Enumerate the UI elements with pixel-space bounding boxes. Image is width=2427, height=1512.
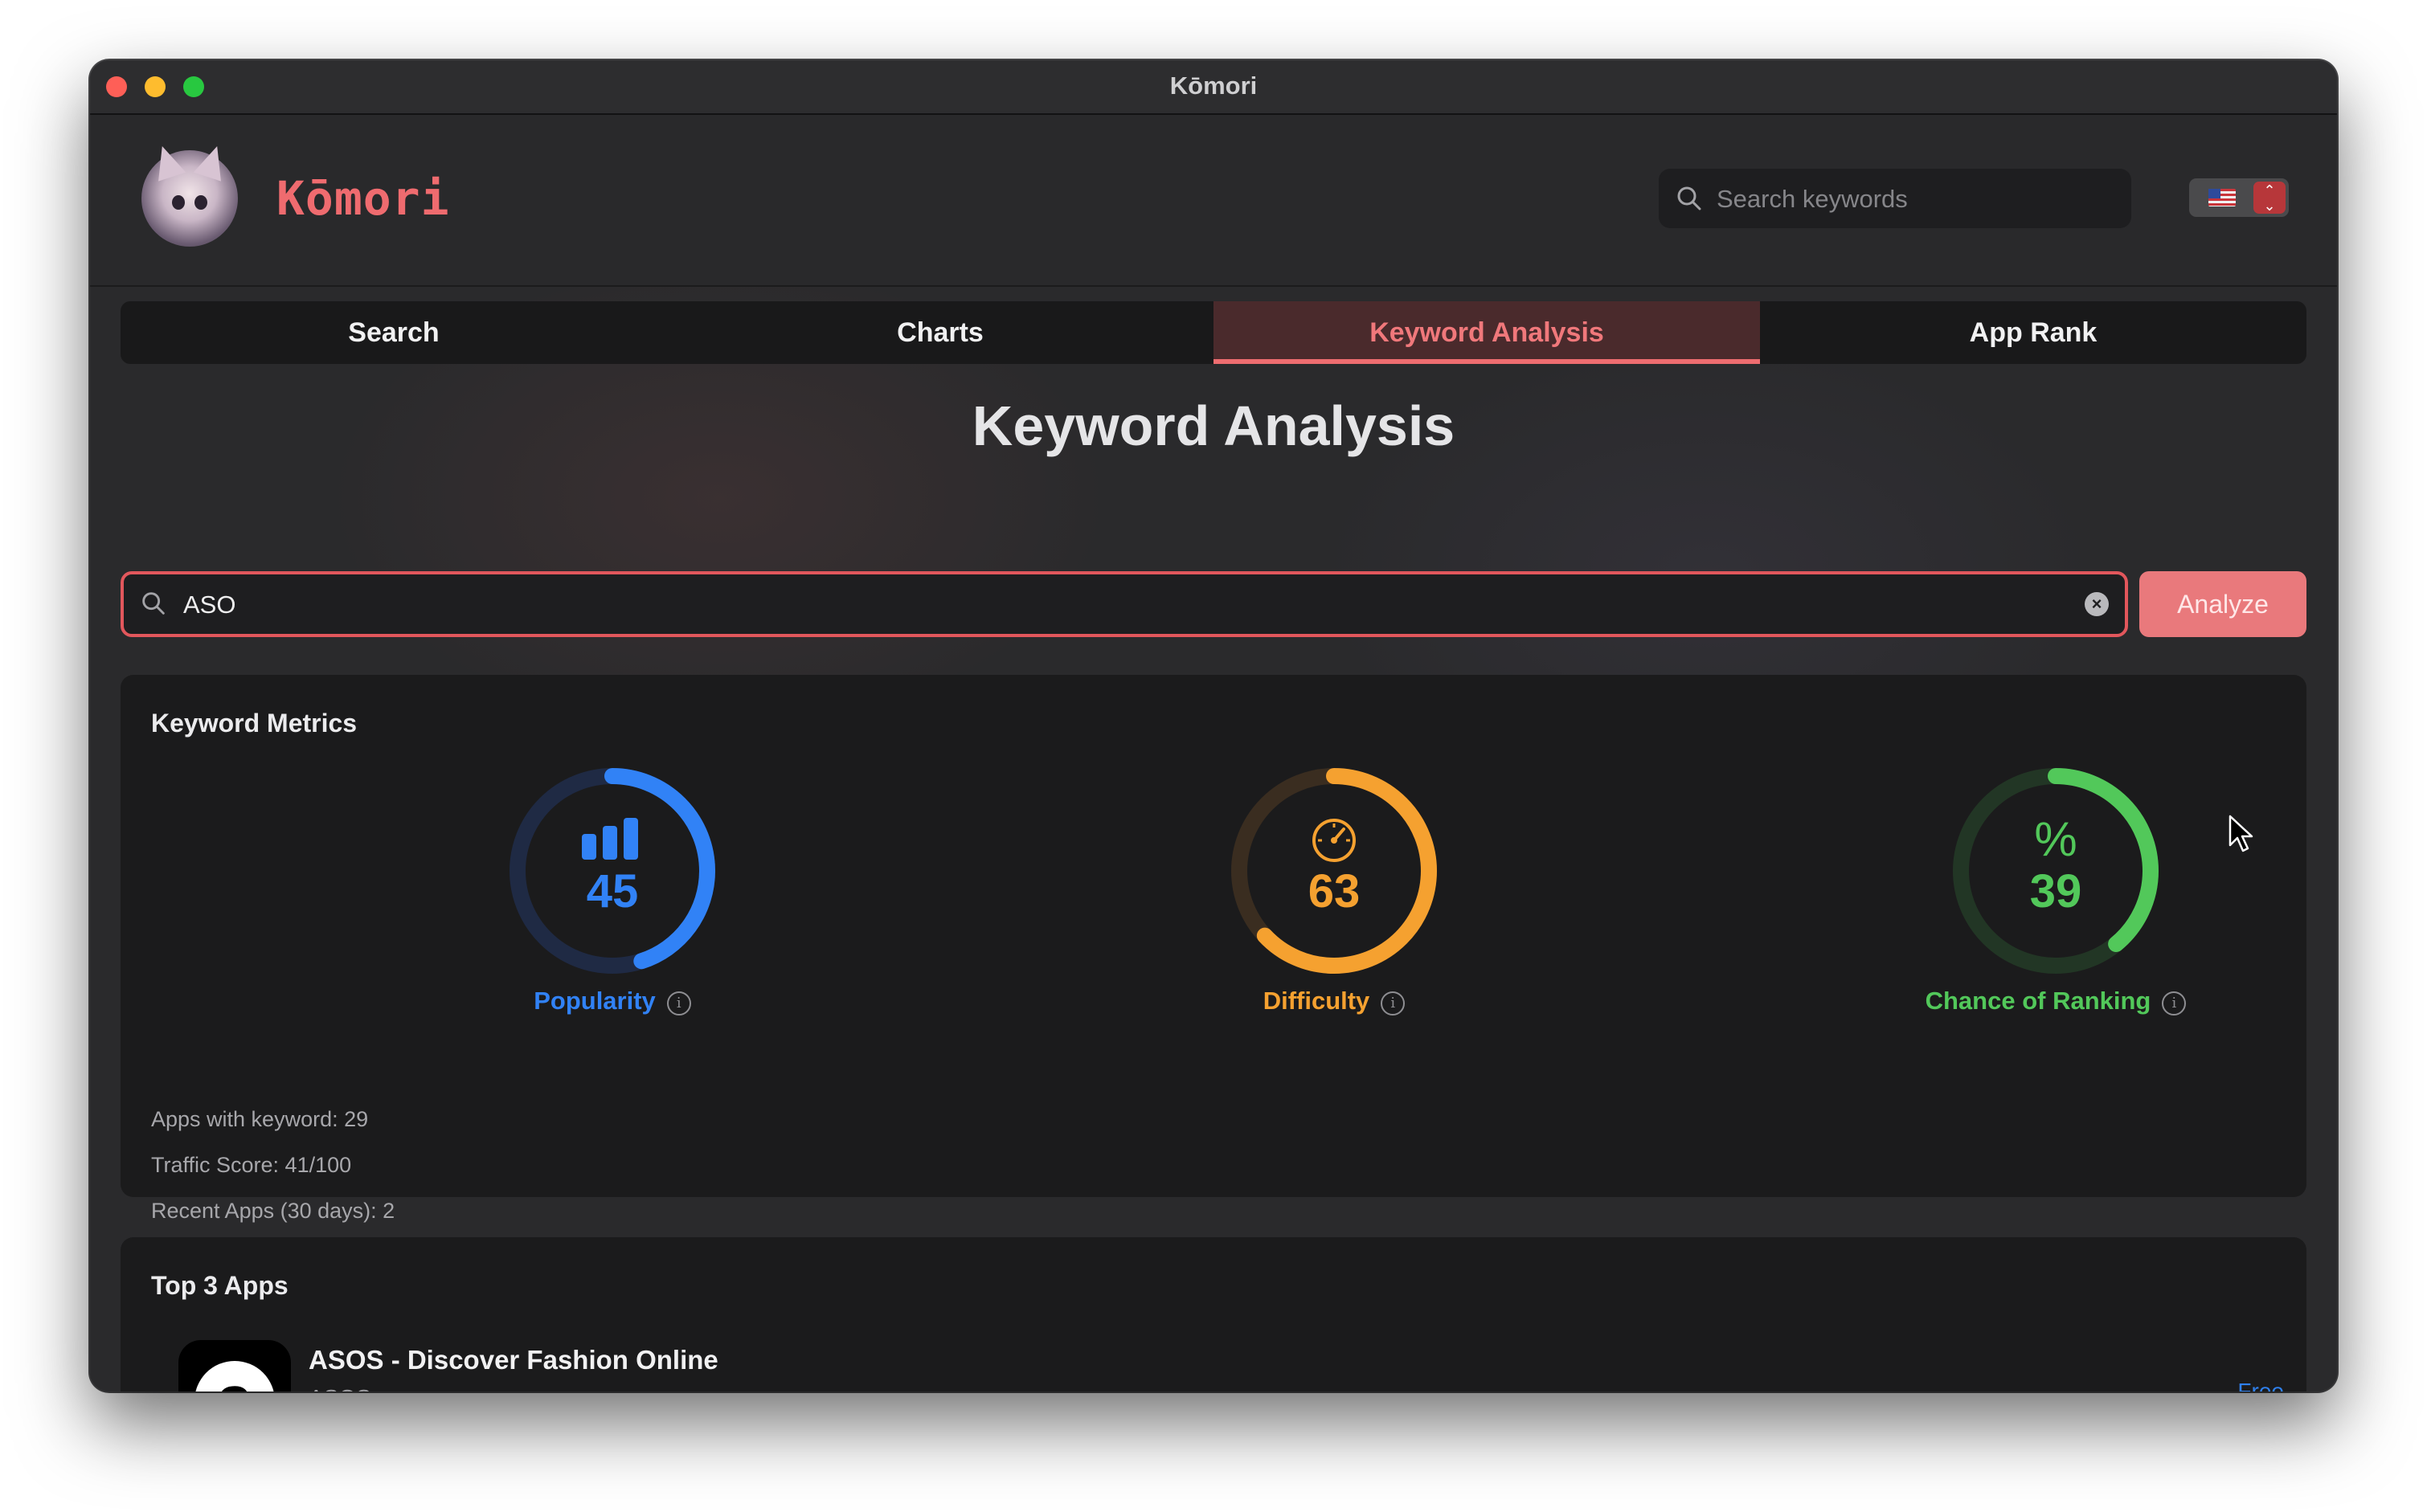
chance-label-row: Chance of Ranking i bbox=[1855, 987, 2257, 1015]
app-price: Free bbox=[2237, 1379, 2284, 1391]
search-icon bbox=[1677, 186, 1701, 210]
popularity-label: Popularity bbox=[534, 987, 656, 1015]
apps-with-keyword-stat: Apps with keyword: 29 bbox=[151, 1107, 369, 1131]
traffic-score-stat: Traffic Score: 41/100 bbox=[151, 1153, 352, 1177]
window-title: Kōmori bbox=[1169, 72, 1258, 100]
app-header: Kōmori ⌃⌄ bbox=[90, 115, 2337, 287]
info-icon[interactable]: i bbox=[2162, 991, 2187, 1015]
app-window: Kōmori Kōmori ⌃⌄ Search Charts bbox=[90, 60, 2337, 1391]
search-icon bbox=[142, 592, 165, 615]
chevron-up-down-icon[interactable]: ⌃ ⌄ bbox=[2253, 182, 2286, 214]
popularity-value: 45 bbox=[586, 865, 639, 917]
us-flag-icon bbox=[2208, 189, 2236, 206]
recent-apps-stat: Recent Apps (30 days): 2 bbox=[151, 1199, 395, 1223]
keyword-metrics-card: Keyword Metrics 45 Popularity i 63 Diffi… bbox=[121, 675, 2306, 1223]
analyze-button[interactable]: Analyze bbox=[2139, 571, 2306, 637]
tab-charts[interactable]: Charts bbox=[667, 301, 1214, 364]
app-list-item[interactable]: a ASOS - Discover Fashion Online ASOS Fr… bbox=[178, 1340, 2284, 1391]
page-title: Keyword Analysis bbox=[972, 394, 1455, 457]
difficulty-label: Difficulty bbox=[1263, 987, 1370, 1015]
percent-icon: % bbox=[2034, 812, 2077, 866]
difficulty-metric: 63 Difficulty i bbox=[1133, 765, 1535, 1030]
tab-search[interactable]: Search bbox=[121, 301, 667, 364]
main-content: Kōmori ⌃⌄ Search Charts Keyword Analysis… bbox=[90, 115, 2337, 1391]
info-icon[interactable]: i bbox=[666, 991, 691, 1015]
keyword-input[interactable] bbox=[182, 574, 2033, 635]
chance-label: Chance of Ranking bbox=[1925, 987, 2151, 1015]
tab-keyword-analysis[interactable]: Keyword Analysis bbox=[1214, 301, 1760, 364]
difficulty-label-row: Difficulty i bbox=[1133, 987, 1535, 1015]
chance-of-ranking-metric: % 39 Chance of Ranking i bbox=[1855, 765, 2257, 1030]
keyword-search-field[interactable]: × bbox=[121, 571, 2128, 637]
brand-name: Kōmori bbox=[276, 171, 450, 226]
difficulty-value: 63 bbox=[1308, 865, 1361, 917]
top-apps-title: Top 3 Apps bbox=[151, 1271, 289, 1300]
keyword-metrics-title: Keyword Metrics bbox=[151, 709, 358, 738]
bat-mascot-logo-icon bbox=[141, 141, 238, 247]
top-apps-card: Top 3 Apps a ASOS - Discover Fashion Onl… bbox=[121, 1237, 2306, 1391]
app-name: ASOS - Discover Fashion Online bbox=[309, 1345, 718, 1375]
speedometer-icon bbox=[1312, 819, 1356, 862]
asos-app-icon: a bbox=[178, 1340, 291, 1391]
mouse-pointer-icon bbox=[2229, 815, 2253, 852]
chance-value: 39 bbox=[2029, 865, 2082, 917]
popularity-metric: 45 Popularity i bbox=[411, 765, 813, 1030]
header-search-input[interactable] bbox=[1715, 169, 2120, 230]
country-selector[interactable]: ⌃ ⌄ bbox=[2189, 178, 2289, 217]
tab-app-rank[interactable]: App Rank bbox=[1760, 301, 2306, 364]
popularity-label-row: Popularity i bbox=[411, 987, 813, 1015]
clear-icon[interactable]: × bbox=[2085, 592, 2109, 616]
tab-bar: Search Charts Keyword Analysis App Rank bbox=[121, 301, 2306, 364]
title-bar: Kōmori bbox=[90, 60, 2337, 115]
app-developer: ASOS bbox=[309, 1385, 371, 1391]
bar-chart-icon bbox=[582, 818, 638, 860]
info-icon[interactable]: i bbox=[1381, 991, 1406, 1015]
header-search-field[interactable] bbox=[1659, 169, 2131, 230]
